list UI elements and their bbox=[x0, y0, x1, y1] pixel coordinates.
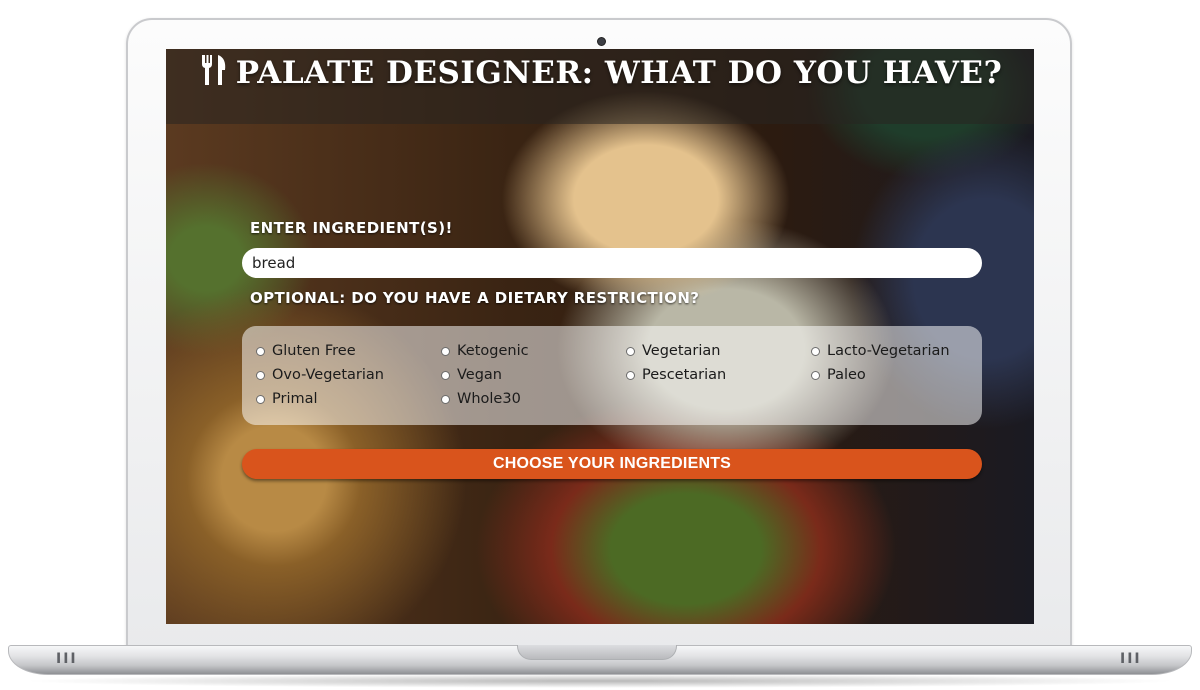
choose-ingredients-button[interactable]: CHOOSE YOUR INGREDIENTS bbox=[242, 449, 982, 479]
diet-option-primal[interactable]: Primal bbox=[256, 391, 318, 407]
diet-option-label: Vegetarian bbox=[642, 343, 721, 359]
app-screen: PALATE DESIGNER: WHAT DO YOU HAVE? ENTER… bbox=[166, 49, 1034, 624]
ingredients-label: ENTER INGREDIENT(S)! bbox=[250, 219, 453, 237]
diet-option-ketogenic[interactable]: Ketogenic bbox=[441, 343, 529, 359]
radio-button[interactable] bbox=[811, 370, 820, 380]
radio-button[interactable] bbox=[441, 370, 450, 380]
vent-right: III bbox=[1120, 651, 1142, 667]
radio-button[interactable] bbox=[441, 346, 450, 356]
radio-button[interactable] bbox=[256, 370, 265, 380]
diet-option-pescetarian[interactable]: Pescetarian bbox=[626, 367, 726, 383]
laptop-shadow bbox=[20, 674, 1180, 688]
diet-option-label: Ketogenic bbox=[457, 343, 529, 359]
page-title-text: PALATE DESIGNER: WHAT DO YOU HAVE? bbox=[235, 55, 1003, 91]
diet-option-label: Paleo bbox=[827, 367, 866, 383]
laptop-notch bbox=[517, 645, 677, 660]
diet-option-gluten-free[interactable]: Gluten Free bbox=[256, 343, 356, 359]
webcam bbox=[597, 37, 606, 46]
diet-label: OPTIONAL: DO YOU HAVE A DIETARY RESTRICT… bbox=[250, 289, 700, 307]
radio-button[interactable] bbox=[441, 394, 450, 404]
vent-left: III bbox=[56, 651, 78, 667]
diet-options-panel: Gluten Free Ketogenic Vegetarian Lacto-V… bbox=[242, 326, 982, 425]
page-title: PALATE DESIGNER: WHAT DO YOU HAVE? bbox=[196, 53, 1004, 90]
diet-option-paleo[interactable]: Paleo bbox=[811, 367, 866, 383]
diet-option-label: Whole30 bbox=[457, 391, 521, 407]
diet-option-label: Gluten Free bbox=[272, 343, 356, 359]
diet-option-vegetarian[interactable]: Vegetarian bbox=[626, 343, 720, 359]
radio-button[interactable] bbox=[256, 394, 265, 404]
diet-option-label: Vegan bbox=[457, 367, 502, 383]
diet-option-label: Ovo-Vegetarian bbox=[272, 367, 384, 383]
radio-button[interactable] bbox=[626, 346, 635, 356]
diet-option-whole30[interactable]: Whole30 bbox=[441, 391, 521, 407]
diet-option-ovo-vegetarian[interactable]: Ovo-Vegetarian bbox=[256, 367, 384, 383]
ingredients-input[interactable] bbox=[242, 248, 982, 278]
diet-option-vegan[interactable]: Vegan bbox=[441, 367, 502, 383]
radio-button[interactable] bbox=[626, 370, 635, 380]
radio-button[interactable] bbox=[256, 346, 265, 356]
radio-button[interactable] bbox=[811, 346, 820, 356]
diet-option-label: Primal bbox=[272, 391, 318, 407]
diet-option-label: Lacto-Vegetarian bbox=[827, 343, 950, 359]
diet-option-lacto-vegetarian[interactable]: Lacto-Vegetarian bbox=[811, 343, 950, 359]
diet-option-label: Pescetarian bbox=[642, 367, 727, 383]
fork-knife-icon bbox=[201, 55, 225, 85]
